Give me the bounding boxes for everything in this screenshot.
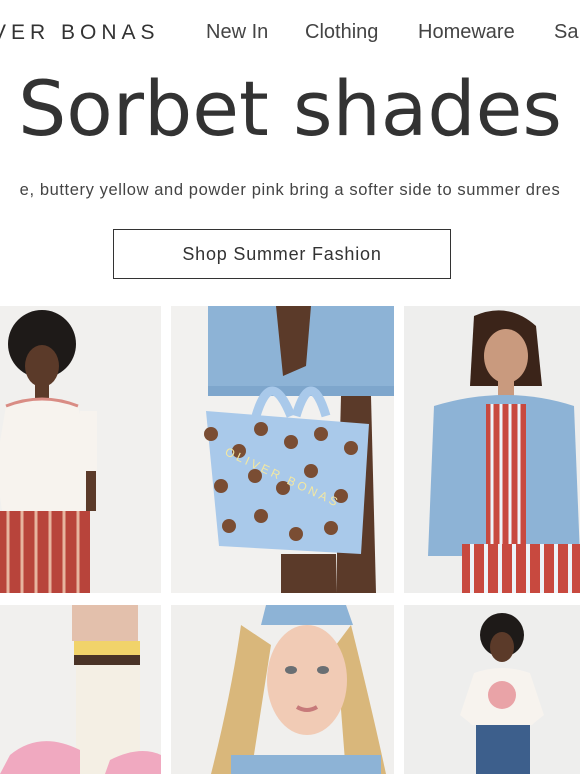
nav-new-in[interactable]: New In (206, 21, 268, 44)
nav-homeware[interactable]: Homeware (418, 21, 515, 44)
nav-sale[interactable]: Sa (554, 21, 578, 44)
product-image-socks[interactable] (0, 605, 161, 774)
model-denim-jacket-illustration (404, 306, 580, 593)
brand-logo[interactable]: VER BONAS (0, 21, 160, 45)
hero-subtitle: e, buttery yellow and powder pink bring … (19, 181, 561, 199)
shop-summer-fashion-button[interactable]: Shop Summer Fashion (113, 229, 451, 279)
product-image-polka-dot-bag[interactable]: OLIVER BONAS (171, 306, 394, 593)
product-image-white-blouse[interactable] (0, 306, 161, 593)
model-blouse-illustration (0, 306, 161, 593)
top-navigation: VER BONAS New In Clothing Homeware Sa (0, 18, 580, 48)
model-portrait-illustration (171, 605, 394, 774)
nav-clothing[interactable]: Clothing (305, 21, 378, 44)
socks-illustration (0, 605, 161, 774)
product-image-denim-jacket[interactable] (404, 306, 580, 593)
hero-title: Sorbet shades (18, 64, 562, 153)
product-image-graphic-tee[interactable] (404, 605, 580, 774)
tote-bag-illustration: OLIVER BONAS (171, 306, 394, 593)
product-image-model-portrait[interactable] (171, 605, 394, 774)
model-tee-illustration (404, 605, 580, 774)
